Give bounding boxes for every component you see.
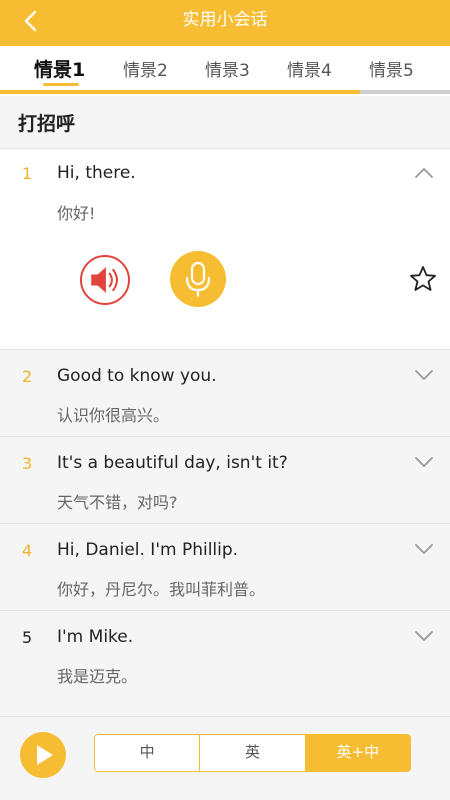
tab-scenario-1[interactable]: 情景1 [34, 55, 85, 82]
dialog-chinese: 你好! [57, 204, 96, 223]
chevron-up-icon [415, 168, 433, 178]
expand-button[interactable] [413, 454, 435, 468]
dialog-number: 4 [22, 541, 33, 560]
mode-english[interactable]: 英 [199, 735, 305, 771]
tab-scroll-progress [0, 90, 360, 94]
dialog-number: 5 [22, 628, 33, 647]
dialog-english: It's a beautiful day, isn't it? [57, 453, 288, 473]
star-icon [410, 266, 436, 291]
dialog-english: I'm Mike. [57, 627, 134, 647]
dialog-number: 1 [22, 164, 33, 183]
mode-chinese[interactable]: 中 [95, 735, 200, 771]
active-tab-indicator [43, 83, 79, 86]
expand-button[interactable] [413, 541, 435, 555]
dialog-item-1[interactable]: 1 Hi, there. 你好! [0, 148, 450, 349]
dialog-number: 3 [22, 454, 33, 473]
bottom-bar: 中 英 英+中 [0, 716, 450, 800]
dialog-english: Hi, Daniel. I'm Phillip. [57, 540, 239, 560]
top-bar: 实用小会话 [0, 0, 450, 46]
section-header: 打招呼 [0, 96, 450, 148]
play-audio-button[interactable] [80, 255, 130, 305]
dialog-item-4[interactable]: 4 Hi, Daniel. I'm Phillip. 你好，丹尼尔。我叫菲利普。 [0, 523, 450, 610]
chevron-down-icon [415, 370, 433, 380]
dialog-item-3[interactable]: 3 It's a beautiful day, isn't it? 天气不错，对… [0, 436, 450, 523]
expand-button[interactable] [413, 628, 435, 642]
favorite-button[interactable] [408, 264, 438, 294]
speaker-icon [91, 267, 118, 293]
tab-scenario-5[interactable]: 情景5 [369, 56, 414, 81]
chevron-down-icon [415, 457, 433, 467]
dialog-chinese: 天气不错，对吗? [57, 493, 178, 512]
play-all-button[interactable] [20, 732, 66, 778]
dialog-english: Good to know you. [57, 366, 217, 386]
tab-scenario-2[interactable]: 情景2 [123, 56, 168, 81]
language-mode-selector: 中 英 英+中 [94, 734, 411, 772]
dialog-item-2[interactable]: 2 Good to know you. 认识你很高兴。 [0, 349, 450, 436]
dialog-item-5[interactable]: 5 I'm Mike. 我是迈克。 [0, 610, 450, 697]
tab-scenario-4[interactable]: 情景4 [287, 56, 332, 81]
play-icon [37, 745, 53, 765]
section-title: 打招呼 [18, 113, 76, 135]
page-title: 实用小会话 [182, 10, 268, 30]
expand-button[interactable] [413, 367, 435, 381]
tab-scenario-3[interactable]: 情景3 [205, 56, 250, 81]
dialog-chinese: 我是迈克。 [57, 667, 138, 686]
tab-scroll-track [0, 90, 450, 94]
dialog-chinese: 你好，丹尼尔。我叫菲利普。 [57, 580, 266, 599]
microphone-icon [185, 261, 211, 298]
collapse-button[interactable] [413, 165, 435, 179]
dialog-english: Hi, there. [57, 163, 136, 183]
dialog-number: 2 [22, 367, 33, 386]
scenario-tabs: 情景1 情景2 情景3 情景4 情景5 [0, 46, 450, 96]
chevron-down-icon [415, 544, 433, 554]
dialog-chinese: 认识你很高兴。 [57, 406, 170, 425]
chevron-down-icon [415, 631, 433, 641]
mode-english-chinese[interactable]: 英+中 [304, 735, 410, 771]
record-button[interactable] [170, 251, 226, 307]
